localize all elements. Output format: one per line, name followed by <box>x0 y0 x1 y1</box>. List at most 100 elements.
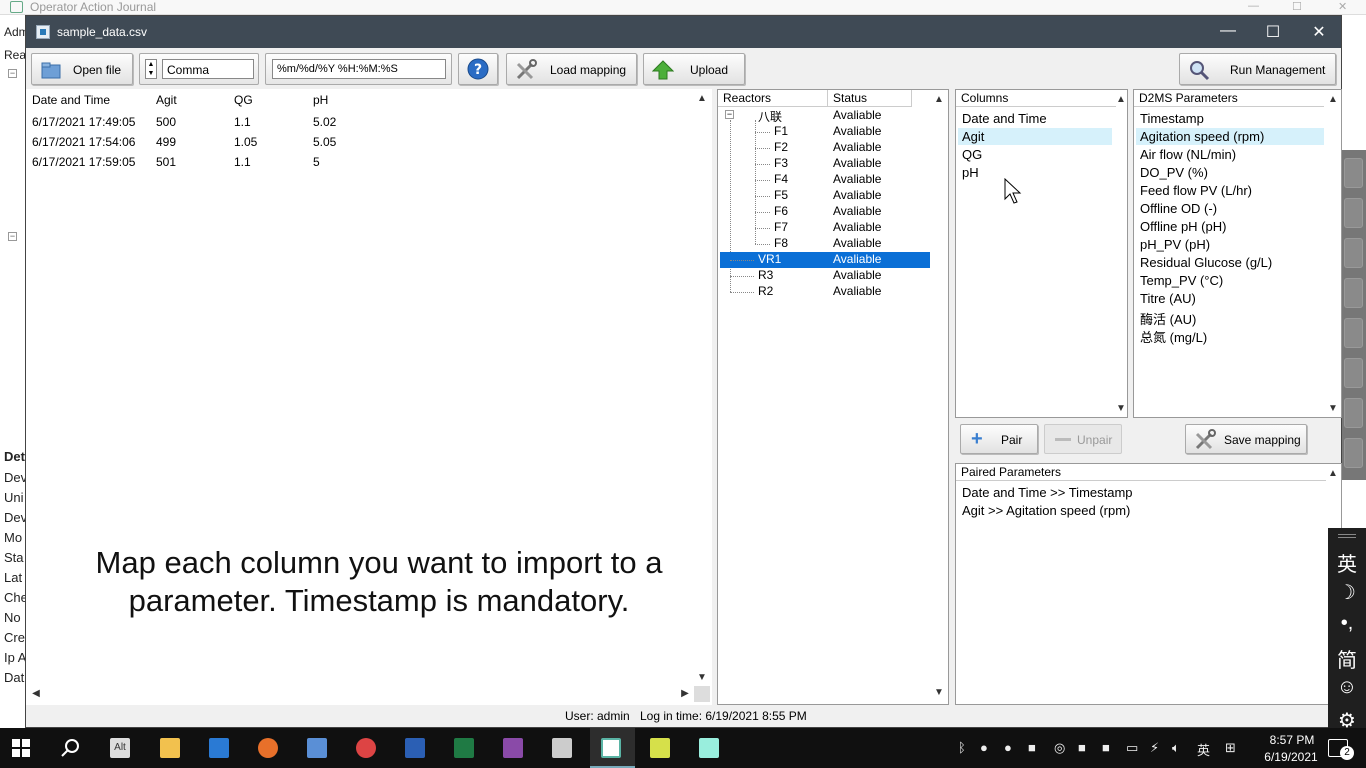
side-tool-button[interactable] <box>1344 358 1363 388</box>
parameters-panel[interactable]: D2MS Parameters ▲ ▼ Timestamp Agitation s… <box>1133 89 1342 418</box>
reactor-item-r2[interactable]: R2 <box>758 284 773 298</box>
spin-arrows-icon[interactable]: ▲ ▼ <box>145 59 157 79</box>
mail-icon[interactable] <box>209 738 229 758</box>
scroll-left-icon[interactable]: ◀ <box>29 687 43 701</box>
reactor-item-八联[interactable]: 八联 <box>758 108 782 125</box>
column-header[interactable]: Agit <box>156 93 177 107</box>
scroll-right-icon[interactable]: ▶ <box>678 687 692 701</box>
scroll-up-icon[interactable]: ▲ <box>695 92 709 106</box>
parameter-item[interactable]: Temp_PV (°C) <box>1140 273 1223 288</box>
side-tool-button[interactable] <box>1344 318 1363 348</box>
tray-icon[interactable]: ■ <box>1028 740 1036 755</box>
reactors-panel[interactable]: Reactors Status ▲ ▼ − 八联 Avaliable F1 Avali… <box>717 89 949 705</box>
upload-button[interactable]: Upload <box>643 53 745 85</box>
tray-icon[interactable]: ■ <box>1078 740 1086 755</box>
minimize-icon[interactable]: — <box>1248 0 1259 12</box>
database-icon[interactable] <box>552 738 572 758</box>
delimiter-field[interactable]: Comma <box>162 59 254 79</box>
nvidia-icon[interactable]: ■ <box>1102 740 1110 755</box>
column-item[interactable]: QG <box>962 147 982 162</box>
parameter-item[interactable]: pH_PV (pH) <box>1140 237 1210 252</box>
open-file-button[interactable]: Open file <box>31 53 133 85</box>
maximize-icon[interactable]: ☐ <box>1263 22 1283 42</box>
app-icon[interactable] <box>356 738 376 758</box>
scroll-up-icon[interactable]: ▲ <box>1326 93 1340 107</box>
scroll-down-icon[interactable]: ▼ <box>932 686 946 700</box>
app-icon[interactable] <box>650 738 670 758</box>
help-button[interactable]: ? <box>458 53 498 85</box>
network-icon[interactable]: ⚡ <box>1150 740 1159 756</box>
firefox-icon[interactable] <box>258 738 278 758</box>
app-icon[interactable] <box>307 738 327 758</box>
simplified-toggle[interactable]: 简 <box>1328 644 1366 673</box>
moon-icon[interactable]: ☽ <box>1328 580 1366 605</box>
status-header[interactable]: Status <box>828 90 912 107</box>
reactors-header[interactable]: Reactors <box>718 90 828 107</box>
pair-button[interactable]: + Pair <box>960 424 1038 454</box>
date-format-box[interactable]: %m/%d/%Y %H:%M:%S <box>265 53 452 85</box>
tree-collapse-icon[interactable]: − <box>725 110 734 119</box>
input-language[interactable]: 英 <box>1197 740 1210 759</box>
load-mapping-button[interactable]: Load mapping <box>506 53 637 85</box>
column-item[interactable]: pH <box>962 165 979 180</box>
clock-date[interactable]: 6/19/2021 <box>1256 750 1326 764</box>
scroll-down-icon[interactable]: ▼ <box>695 671 709 685</box>
scroll-up-icon[interactable]: ▲ <box>932 93 946 107</box>
emoji-icon[interactable]: ☺ <box>1328 676 1366 699</box>
maximize-icon[interactable]: ☐ <box>1292 0 1302 13</box>
collapse-icon[interactable]: − <box>8 69 17 78</box>
close-icon[interactable]: ✕ <box>1338 0 1347 13</box>
file-explorer-icon[interactable] <box>160 738 180 758</box>
column-header[interactable]: pH <box>313 93 328 107</box>
reactor-item-f3[interactable]: F3 <box>774 156 788 170</box>
parameter-item[interactable]: Air flow (NL/min) <box>1140 147 1236 162</box>
collapse-icon[interactable]: − <box>8 232 17 241</box>
battery-icon[interactable]: ▭ <box>1126 740 1138 756</box>
reactor-item-f7[interactable]: F7 <box>774 220 788 234</box>
bluetooth-icon[interactable]: ᛒ <box>958 740 966 755</box>
unpair-button[interactable]: Unpair <box>1044 424 1122 454</box>
minimize-icon[interactable]: — <box>1218 22 1238 40</box>
date-format-input[interactable]: %m/%d/%Y %H:%M:%S <box>272 59 446 79</box>
scroll-up-icon[interactable]: ▲ <box>1326 467 1340 481</box>
volume-icon[interactable]: 🔈︎ <box>1172 740 1180 756</box>
windows-start-icon[interactable] <box>12 739 30 757</box>
parameter-item[interactable]: Feed flow PV (L/hr) <box>1140 183 1252 198</box>
reactor-item-f1[interactable]: F1 <box>774 124 788 138</box>
scroll-down-icon[interactable]: ▼ <box>1326 402 1340 416</box>
column-item[interactable]: Agit <box>962 129 984 144</box>
side-tool-button[interactable] <box>1344 198 1363 228</box>
column-header[interactable]: Date and Time <box>32 93 110 107</box>
paired-item[interactable]: Date and Time >> Timestamp <box>962 485 1133 500</box>
reactor-item-f8[interactable]: F8 <box>774 236 788 250</box>
parameter-item[interactable]: 总氮 (mg/L) <box>1140 327 1207 346</box>
reactor-item-r3[interactable]: R3 <box>758 268 773 282</box>
parameter-item[interactable]: Offline OD (-) <box>1140 201 1217 216</box>
wechat-icon[interactable]: ● <box>1004 740 1012 755</box>
punctuation-icon[interactable]: •, <box>1328 612 1366 635</box>
paired-item[interactable]: Agit >> Agitation speed (rpm) <box>962 503 1130 518</box>
search-icon[interactable] <box>61 738 81 758</box>
alt-app-icon[interactable]: Alt <box>110 738 130 758</box>
side-tool-button[interactable] <box>1344 158 1363 188</box>
parameter-item[interactable]: Offline pH (pH) <box>1140 219 1226 234</box>
reactor-item-f2[interactable]: F2 <box>774 140 788 154</box>
delimiter-selector[interactable]: ▲ ▼ Comma <box>139 53 259 85</box>
reactor-item-f6[interactable]: F6 <box>774 204 788 218</box>
tray-icon[interactable]: ◎ <box>1054 740 1065 756</box>
word-icon[interactable] <box>405 738 425 758</box>
paired-parameters-panel[interactable]: Paired Parameters ▲ Date and Time >> Tim… <box>955 463 1342 705</box>
parameter-item[interactable]: Residual Glucose (g/L) <box>1140 255 1272 270</box>
side-tool-button[interactable] <box>1344 398 1363 428</box>
scroll-down-icon[interactable]: ▼ <box>1114 402 1127 416</box>
save-mapping-button[interactable]: Save mapping <box>1185 424 1307 454</box>
parameter-item[interactable]: Titre (AU) <box>1140 291 1196 306</box>
close-icon[interactable]: ✕ <box>1309 22 1329 42</box>
column-item[interactable]: Date and Time <box>962 111 1047 126</box>
side-tool-button[interactable] <box>1344 238 1363 268</box>
parameter-item[interactable]: Agitation speed (rpm) <box>1140 129 1264 144</box>
parameter-item[interactable]: 酶活 (AU) <box>1140 309 1196 328</box>
scroll-up-icon[interactable]: ▲ <box>1114 93 1127 107</box>
columns-panel[interactable]: Columns ▲ ▼ Date and Time Agit QG pH <box>955 89 1128 418</box>
parameter-item[interactable]: Timestamp <box>1140 111 1204 126</box>
